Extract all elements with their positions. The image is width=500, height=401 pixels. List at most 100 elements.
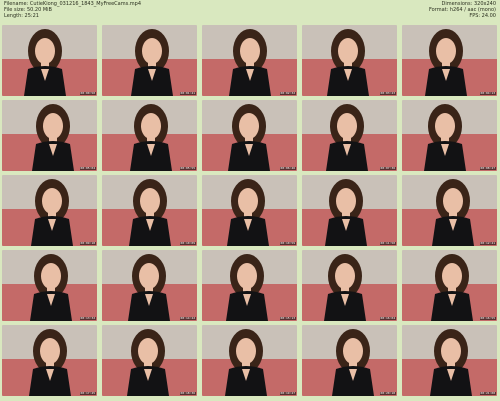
fps-label: FPS: bbox=[469, 13, 481, 19]
video-thumbnail[interactable]: 00:08:27 bbox=[402, 100, 497, 171]
video-thumbnail[interactable]: 00:10:59 bbox=[202, 175, 297, 246]
video-thumbnail[interactable]: 00:10:09 bbox=[102, 175, 197, 246]
length-line: Length: 25:21 bbox=[4, 13, 39, 19]
video-thumbnail[interactable]: 00:16:04 bbox=[302, 250, 397, 321]
thumbnail-face bbox=[436, 38, 456, 64]
thumbnail-face bbox=[141, 113, 161, 139]
video-thumbnail[interactable]: 00:21:08 bbox=[402, 325, 497, 396]
thumbnail-timestamp: 00:06:46 bbox=[279, 166, 296, 170]
length-value: 25:21 bbox=[24, 13, 39, 19]
length-label: Length: bbox=[4, 13, 23, 19]
thumbnail-frame bbox=[102, 25, 197, 96]
thumbnail-face bbox=[237, 263, 257, 289]
thumbnail-frame bbox=[202, 175, 297, 246]
thumbnail-face bbox=[43, 113, 63, 139]
thumbnail-frame bbox=[402, 25, 497, 96]
thumbnail-timestamp: 00:14:22 bbox=[179, 316, 196, 320]
thumbnail-frame bbox=[2, 175, 97, 246]
thumbnail-face bbox=[338, 38, 358, 64]
thumbnail-face bbox=[441, 338, 461, 364]
thumbnail-timestamp: 00:12:41 bbox=[479, 241, 496, 245]
contact-sheet: Filename: CutieKiong_031216_1843_MyFreeC… bbox=[0, 0, 500, 401]
thumbnail-face bbox=[335, 263, 355, 289]
thumbnail-face bbox=[138, 338, 158, 364]
video-thumbnail[interactable]: 00:03:23 bbox=[302, 25, 397, 96]
video-thumbnail[interactable]: 00:07:36 bbox=[302, 100, 397, 171]
fps-value: 24.00 bbox=[481, 13, 496, 19]
thumbnail-timestamp: 00:11:50 bbox=[379, 241, 396, 245]
thumbnail-timestamp: 00:07:36 bbox=[379, 166, 396, 170]
thumbnail-timestamp: 00:05:04 bbox=[79, 166, 96, 170]
metadata-header: Filename: CutieKiong_031216_1843_MyFreeC… bbox=[0, 0, 500, 24]
thumbnail-frame bbox=[102, 100, 197, 171]
thumbnail-frame bbox=[302, 325, 397, 396]
video-thumbnail[interactable]: 00:06:46 bbox=[202, 100, 297, 171]
thumbnail-timestamp: 00:21:08 bbox=[479, 391, 496, 395]
thumbnail-timestamp: 00:08:27 bbox=[479, 166, 496, 170]
thumbnail-frame bbox=[2, 325, 97, 396]
video-thumbnail[interactable]: 00:01:41 bbox=[102, 25, 197, 96]
video-thumbnail[interactable]: 00:11:50 bbox=[302, 175, 397, 246]
thumbnail-frame bbox=[402, 325, 497, 396]
thumbnail-face bbox=[140, 188, 160, 214]
thumbnail-timestamp: 00:00:50 bbox=[79, 91, 96, 95]
thumbnail-timestamp: 00:10:59 bbox=[279, 241, 296, 245]
thumbnail-timestamp: 00:18:36 bbox=[179, 391, 196, 395]
thumbnail-frame bbox=[402, 100, 497, 171]
thumbnail-frame bbox=[202, 250, 297, 321]
thumbnail-frame bbox=[202, 100, 297, 171]
video-thumbnail[interactable]: 00:05:55 bbox=[102, 100, 197, 171]
thumbnail-timestamp: 00:17:45 bbox=[79, 391, 96, 395]
video-thumbnail[interactable]: 00:04:13 bbox=[402, 25, 497, 96]
thumbnail-timestamp: 00:15:13 bbox=[279, 316, 296, 320]
format-label: Format: bbox=[428, 7, 449, 13]
video-thumbnail[interactable]: 00:14:22 bbox=[102, 250, 197, 321]
video-thumbnail[interactable]: 00:13:32 bbox=[2, 250, 97, 321]
thumbnail-frame bbox=[2, 250, 97, 321]
thumbnail-face bbox=[239, 113, 259, 139]
thumbnail-timestamp: 00:10:09 bbox=[179, 241, 196, 245]
thumbnail-face bbox=[139, 263, 159, 289]
thumbnail-face bbox=[42, 188, 62, 214]
thumbnail-timestamp: 00:16:55 bbox=[479, 316, 496, 320]
thumbnail-timestamp: 00:09:18 bbox=[79, 241, 96, 245]
thumbnail-frame bbox=[302, 25, 397, 96]
thumbnail-timestamp: 00:16:04 bbox=[379, 316, 396, 320]
thumbnail-frame bbox=[2, 25, 97, 96]
thumbnail-timestamp: 00:05:55 bbox=[179, 166, 196, 170]
video-thumbnail[interactable]: 00:09:18 bbox=[2, 175, 97, 246]
video-thumbnail[interactable]: 00:19:27 bbox=[202, 325, 297, 396]
thumbnail-frame bbox=[102, 250, 197, 321]
thumbnail-face bbox=[41, 263, 61, 289]
thumbnail-face bbox=[435, 113, 455, 139]
thumbnail-frame bbox=[302, 175, 397, 246]
thumbnail-frame bbox=[202, 25, 297, 96]
thumbnail-face bbox=[343, 338, 363, 364]
thumbnail-face bbox=[442, 263, 462, 289]
video-thumbnail[interactable]: 00:15:13 bbox=[202, 250, 297, 321]
thumbnail-frame bbox=[102, 175, 197, 246]
video-thumbnail[interactable]: 00:02:32 bbox=[202, 25, 297, 96]
video-thumbnail[interactable]: 00:17:45 bbox=[2, 325, 97, 396]
thumbnail-face bbox=[35, 38, 55, 64]
thumbnail-face bbox=[240, 38, 260, 64]
thumbnail-frame bbox=[102, 325, 197, 396]
thumbnail-face bbox=[238, 188, 258, 214]
video-thumbnail[interactable]: 00:12:41 bbox=[402, 175, 497, 246]
video-thumbnail[interactable]: 00:18:36 bbox=[102, 325, 197, 396]
video-thumbnail[interactable]: 00:00:50 bbox=[2, 25, 97, 96]
video-thumbnail[interactable]: 00:20:18 bbox=[302, 325, 397, 396]
thumbnail-frame bbox=[302, 250, 397, 321]
thumbnail-timestamp: 00:13:32 bbox=[79, 316, 96, 320]
thumbnail-face bbox=[236, 338, 256, 364]
video-thumbnail[interactable]: 00:05:04 bbox=[2, 100, 97, 171]
thumbnail-frame bbox=[2, 100, 97, 171]
thumbnail-timestamp: 00:19:27 bbox=[279, 391, 296, 395]
video-thumbnail[interactable]: 00:16:55 bbox=[402, 250, 497, 321]
thumbnail-timestamp: 00:03:23 bbox=[379, 91, 396, 95]
thumbnail-frame bbox=[202, 325, 297, 396]
thumbnail-face bbox=[40, 338, 60, 364]
thumbnail-face bbox=[336, 188, 356, 214]
thumbnail-grid: 00:00:50 00:01:41 00:02:32 00:03:23 00:04:13… bbox=[0, 24, 500, 400]
thumbnail-timestamp: 00:04:13 bbox=[479, 91, 496, 95]
